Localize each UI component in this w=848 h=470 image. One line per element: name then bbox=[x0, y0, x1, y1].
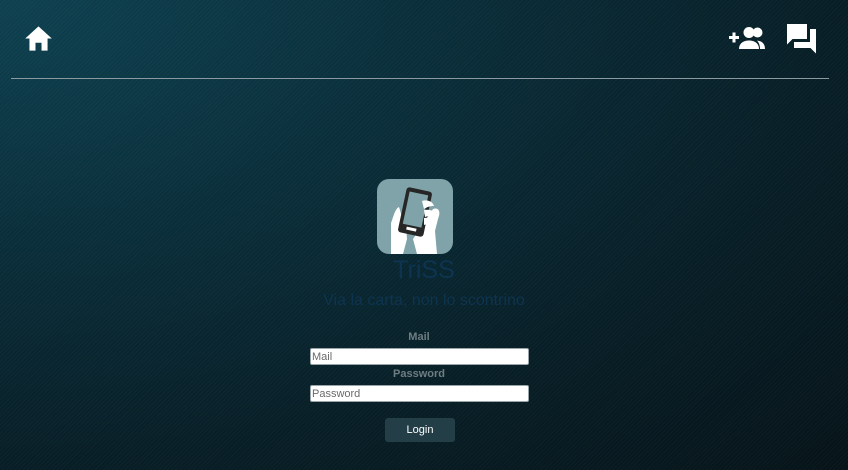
header-divider bbox=[11, 78, 829, 79]
add-user-button[interactable] bbox=[729, 26, 765, 50]
person-add-icon bbox=[729, 27, 765, 49]
app-tagline: Via la carta, non lo scontrino bbox=[323, 292, 525, 309]
mail-label: Mail bbox=[408, 331, 430, 343]
support-button[interactable] bbox=[786, 23, 817, 54]
app-title: TriSS bbox=[393, 256, 455, 284]
hand-holding-phone-icon bbox=[377, 179, 453, 254]
home-button[interactable] bbox=[24, 25, 53, 52]
password-label: Password bbox=[393, 368, 445, 380]
login-button[interactable]: Login bbox=[385, 418, 455, 442]
home-icon bbox=[25, 26, 52, 51]
top-bar bbox=[0, 0, 848, 78]
password-input[interactable] bbox=[310, 385, 529, 402]
question-answer-icon bbox=[787, 24, 816, 54]
app-logo bbox=[377, 179, 453, 254]
mail-input[interactable] bbox=[310, 348, 529, 365]
